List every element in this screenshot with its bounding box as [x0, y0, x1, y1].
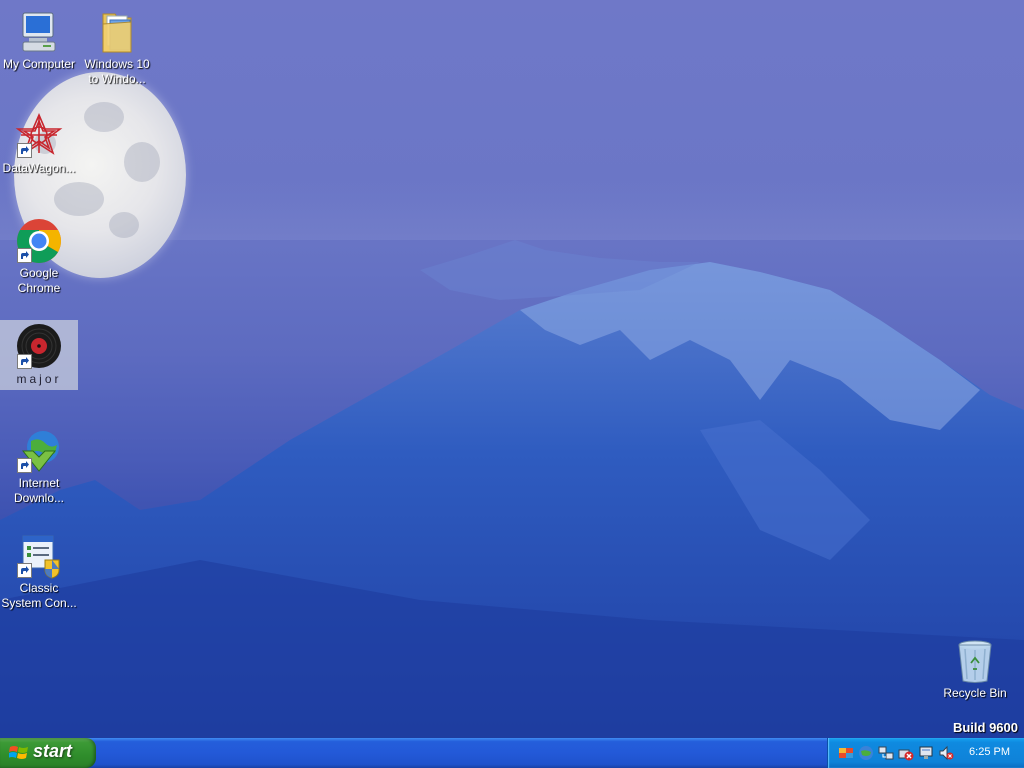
internet-download-manager-icon [15, 427, 63, 475]
taskbar[interactable]: start 6:25 PM [0, 738, 1024, 768]
windows-flag-icon [8, 744, 29, 767]
desktop[interactable]: My Computer Windows 10 to Windo... DataW… [0, 0, 1024, 738]
control-panel-icon [15, 532, 63, 580]
vinyl-record-icon [15, 323, 63, 371]
datawagon-icon [15, 112, 63, 160]
network-disconnected-icon[interactable] [918, 745, 934, 761]
build-watermark: Build 9600 [952, 720, 1018, 735]
network-connections-icon[interactable] [878, 745, 894, 761]
system-tray: 6:25 PM [827, 738, 1024, 768]
desktop-icon-recycle-bin[interactable]: Recycle Bin [936, 637, 1014, 701]
desktop-icon-datawagon[interactable]: DataWagon... [0, 112, 78, 176]
chrome-icon [15, 217, 63, 265]
shortcut-arrow-icon [17, 563, 32, 578]
desktop-icon-internet-download-manager[interactable]: Internet Downlo... [0, 427, 78, 506]
desktop-icon-classic-system-control[interactable]: Classic System Con... [0, 532, 78, 611]
desktop-icon-label: Windows 10 to Windo... [84, 57, 150, 86]
volume-muted-icon[interactable] [938, 745, 954, 761]
shortcut-arrow-icon [17, 458, 32, 473]
desktop-icon-label: Classic System Con... [1, 581, 77, 610]
network-globe-icon[interactable] [858, 745, 874, 761]
start-label: start [33, 741, 73, 761]
start-button[interactable]: start [0, 738, 96, 768]
desktop-icon-label: DataWagon... [2, 161, 76, 175]
desktop-icon-label: Google Chrome [17, 266, 61, 295]
desktop-icon-label: major [16, 372, 62, 386]
clock[interactable]: 6:25 PM [969, 746, 1010, 758]
folder-icon [93, 8, 141, 56]
safely-remove-icon[interactable] [898, 745, 914, 761]
desktop-icon-google-chrome[interactable]: Google Chrome [0, 217, 78, 296]
desktop-icon-label: Recycle Bin [943, 686, 1007, 700]
desktop-icon-label: Internet Downlo... [13, 476, 65, 505]
shortcut-arrow-icon [17, 248, 32, 263]
desktop-icon-windows10-folder[interactable]: Windows 10 to Windo... [78, 8, 156, 87]
my-computer-icon [15, 8, 63, 56]
recycle-bin-icon [951, 637, 999, 685]
desktop-icon-my-computer[interactable]: My Computer [0, 8, 78, 72]
security-center-icon[interactable] [838, 745, 854, 761]
shortcut-arrow-icon [17, 143, 32, 158]
shortcut-arrow-icon [17, 354, 32, 369]
desktop-icon-label: My Computer [2, 57, 76, 71]
desktop-icon-major[interactable]: major [0, 320, 78, 390]
